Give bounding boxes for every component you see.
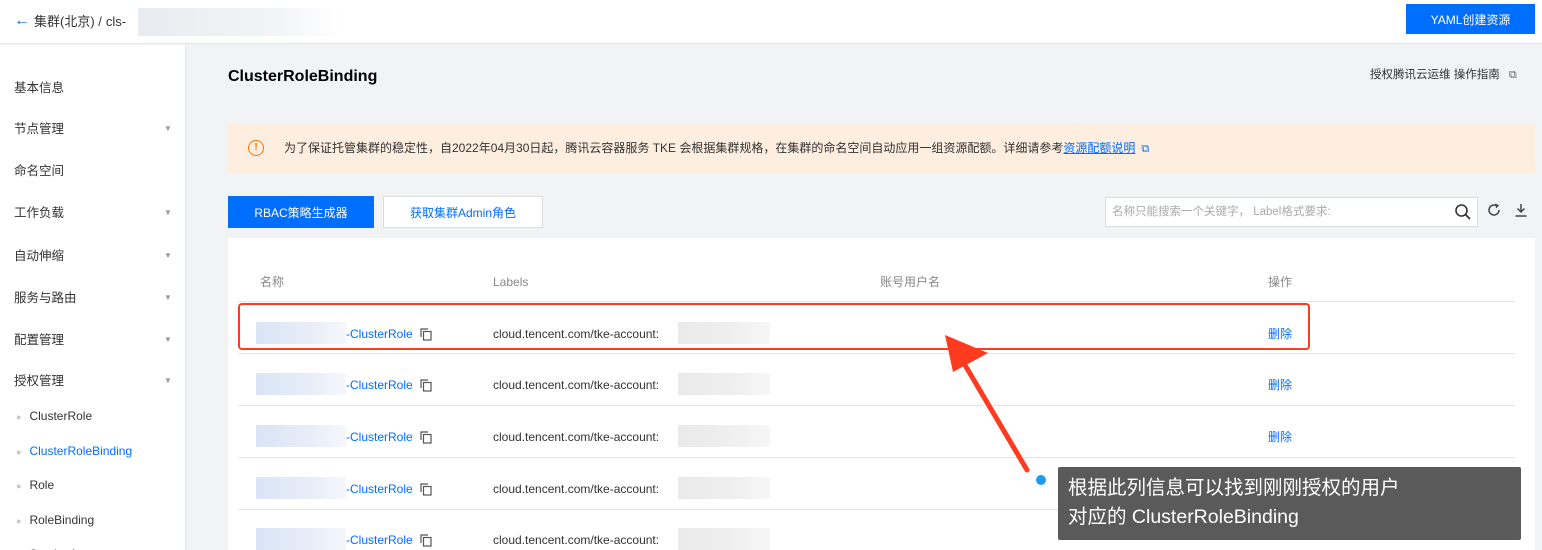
label-value: cloud.tencent.com/tke-account: bbox=[493, 430, 660, 444]
chevron-down-icon[interactable]: ▼ bbox=[164, 293, 172, 302]
sidebar-item[interactable]: 基本信息 bbox=[14, 80, 64, 96]
download-icon[interactable] bbox=[1514, 202, 1528, 218]
breadcrumb[interactable]: 集群(北京) / cls- bbox=[34, 14, 126, 30]
delete-link[interactable]: 删除 bbox=[1268, 430, 1292, 444]
chevron-down-icon[interactable]: ▼ bbox=[164, 251, 172, 260]
column-header-account-username: 账号用户名 bbox=[880, 275, 941, 289]
redacted-name bbox=[256, 528, 346, 550]
row-divider bbox=[238, 301, 1515, 302]
delete-link[interactable]: 删除 bbox=[1268, 378, 1292, 392]
sidebar-item[interactable]: 授权管理 bbox=[14, 373, 64, 389]
sidebar-subitem-label: RoleBinding bbox=[29, 513, 95, 527]
binding-name-link[interactable]: -ClusterRole bbox=[346, 533, 413, 547]
chevron-down-icon[interactable]: ▼ bbox=[164, 124, 172, 133]
notice-text: 为了保证托管集群的稳定性，自2022年04月30日起，腾讯云容器服务 TKE 会… bbox=[284, 141, 1149, 156]
authorize-ops-and-guide-link[interactable]: 授权腾讯云运维 操作指南 bbox=[1370, 69, 1500, 81]
search-box bbox=[1105, 197, 1478, 227]
sidebar-subitem-label: Role bbox=[29, 478, 55, 492]
binding-name-link[interactable]: -ClusterRole bbox=[346, 378, 413, 392]
bullet-icon: ● bbox=[16, 447, 22, 457]
annotation-line-1: 根据此列信息可以找到刚刚授权的用户 bbox=[1068, 477, 1400, 499]
bullet-icon: ● bbox=[16, 516, 22, 526]
redacted-label bbox=[678, 528, 770, 550]
search-input[interactable] bbox=[1106, 198, 1446, 226]
redacted-name bbox=[256, 477, 346, 499]
breadcrumb-cluster-id: cls- bbox=[105, 14, 127, 29]
column-header-actions: 操作 bbox=[1268, 275, 1293, 289]
sidebar-item[interactable]: 命名空间 bbox=[14, 163, 64, 179]
sidebar-item[interactable]: 自动伸缩 bbox=[14, 248, 64, 264]
redacted-name bbox=[256, 373, 346, 395]
copy-icon[interactable] bbox=[420, 483, 432, 496]
redacted-label bbox=[678, 373, 770, 395]
top-right-links[interactable]: 授权腾讯云运维 操作指南 ⧉ bbox=[1370, 68, 1517, 82]
copy-icon[interactable] bbox=[420, 379, 432, 392]
label-value: cloud.tencent.com/tke-account: bbox=[493, 378, 660, 392]
refresh-icon[interactable] bbox=[1486, 202, 1502, 218]
sidebar-item[interactable]: 配置管理 bbox=[14, 332, 64, 348]
external-link-icon: ⧉ bbox=[1508, 69, 1517, 81]
sidebar-item[interactable]: 节点管理 bbox=[14, 121, 64, 137]
redacted-label bbox=[678, 425, 770, 447]
bullet-icon: ● bbox=[16, 412, 22, 422]
chevron-down-icon[interactable]: ▼ bbox=[164, 335, 172, 344]
sidebar-subitem-label: ClusterRole bbox=[29, 409, 93, 423]
breadcrumb-cluster-region[interactable]: 集群(北京) / bbox=[34, 14, 102, 29]
label-value: cloud.tencent.com/tke-account: bbox=[493, 482, 660, 496]
annotation-tooltip: 根据此列信息可以找到刚刚授权的用户 对应的 ClusterRoleBinding bbox=[1058, 467, 1521, 540]
sidebar-subitem-label: ClusterRoleBinding bbox=[29, 444, 133, 458]
chevron-down-icon[interactable]: ▼ bbox=[164, 208, 172, 217]
sidebar-item[interactable]: 工作负载 bbox=[14, 205, 64, 221]
warning-circle-icon: ! bbox=[248, 140, 264, 156]
sidebar-subitem[interactable]: ●ServiceAccount bbox=[16, 546, 112, 550]
page-title: ClusterRoleBinding bbox=[228, 68, 378, 85]
sidebar-subitem[interactable]: ● ClusterRole bbox=[16, 408, 92, 425]
redacted-label bbox=[678, 477, 770, 499]
copy-icon[interactable] bbox=[420, 431, 432, 444]
notice-message: 为了保证托管集群的稳定性，自2022年04月30日起，腾讯云容器服务 TKE 会… bbox=[284, 141, 1064, 155]
get-admin-role-button[interactable]: 获取集群Admin角色 bbox=[383, 196, 543, 228]
row-divider bbox=[238, 353, 1515, 354]
annotation-line-2: 对应的 ClusterRoleBinding bbox=[1068, 506, 1299, 528]
row-divider bbox=[238, 405, 1515, 406]
label-value: cloud.tencent.com/tke-account: bbox=[493, 533, 660, 547]
row-divider bbox=[238, 457, 1515, 458]
copy-icon[interactable] bbox=[420, 534, 432, 547]
redacted-name bbox=[256, 425, 346, 447]
yaml-create-button[interactable]: YAML创建资源 bbox=[1406, 4, 1535, 34]
column-header-labels: Labels bbox=[493, 275, 529, 289]
quota-doc-link[interactable]: 资源配额说明 bbox=[1063, 141, 1135, 155]
annotation-dot bbox=[1036, 475, 1046, 485]
sidebar-item[interactable]: 服务与路由 bbox=[14, 290, 77, 306]
redacted-cluster-id bbox=[138, 8, 340, 36]
rbac-generator-button[interactable]: RBAC策略生成器 bbox=[228, 196, 374, 228]
quota-notice-banner: ! 为了保证托管集群的稳定性，自2022年04月30日起，腾讯云容器服务 TKE… bbox=[228, 123, 1535, 173]
binding-name-link[interactable]: -ClusterRole bbox=[346, 430, 413, 444]
chevron-down-icon[interactable]: ▼ bbox=[164, 376, 172, 385]
sidebar-subitem[interactable]: ● ClusterRoleBinding bbox=[16, 443, 132, 460]
bullet-icon: ● bbox=[16, 481, 22, 491]
sidebar-subitem[interactable]: ● RoleBinding bbox=[16, 512, 94, 529]
external-link-icon[interactable]: ⧉ bbox=[1141, 143, 1149, 155]
back-arrow-icon[interactable]: ← bbox=[14, 11, 30, 31]
search-icon[interactable] bbox=[1454, 203, 1472, 221]
sidebar-subitem[interactable]: ● Role bbox=[16, 477, 54, 494]
binding-name-link[interactable]: -ClusterRole bbox=[346, 482, 413, 496]
top-bar: ← 集群(北京) / cls- YAML创建资源 bbox=[0, 0, 1542, 44]
highlight-box bbox=[238, 303, 1310, 350]
column-header-name: 名称 bbox=[260, 275, 285, 289]
